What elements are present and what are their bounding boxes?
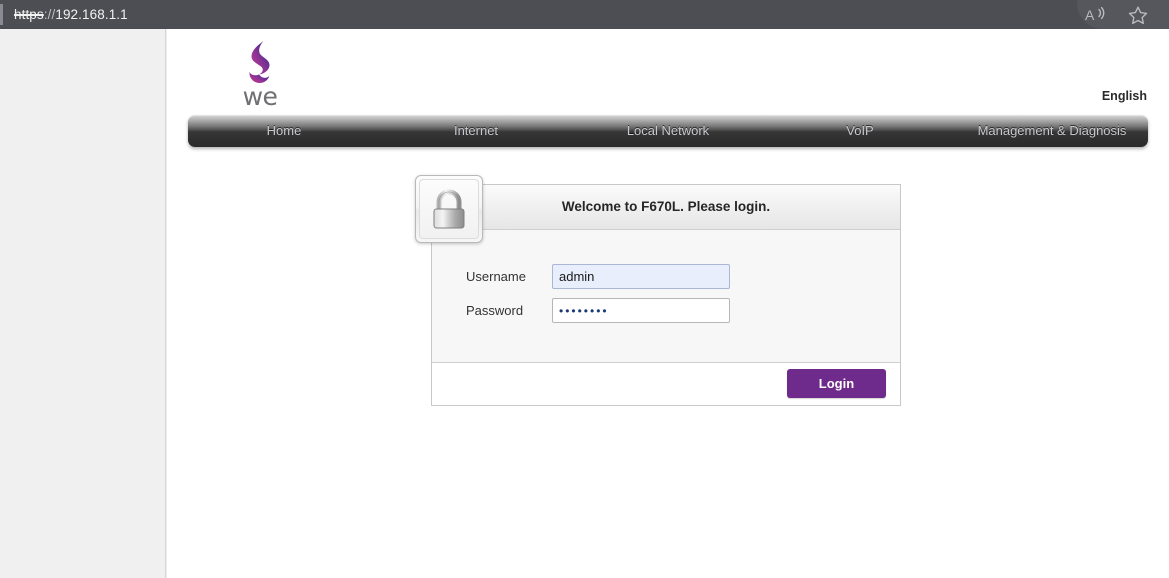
username-row: Username <box>432 264 900 289</box>
page-viewport: we English Home Internet Local Network V… <box>0 29 1169 578</box>
padlock-icon-frame <box>419 179 479 239</box>
nav-item-home[interactable]: Home <box>188 124 380 147</box>
svg-text:A: A <box>1085 7 1095 23</box>
brand-wordmark: we <box>242 82 278 111</box>
username-label: Username <box>466 269 526 284</box>
username-input[interactable] <box>552 264 730 289</box>
login-button[interactable]: Login <box>787 369 886 398</box>
nav-item-internet[interactable]: Internet <box>380 124 572 147</box>
nav-item-voip[interactable]: VoIP <box>764 124 956 147</box>
nav-item-management-diagnosis[interactable]: Management & Diagnosis <box>956 124 1148 147</box>
language-selector[interactable]: English <box>1102 89 1147 103</box>
url-scheme-insecure: https <box>14 7 44 22</box>
password-label: Password <box>466 303 524 318</box>
url-separator: :// <box>43 7 56 22</box>
favorites-star-icon[interactable] <box>1125 3 1151 27</box>
we-flame-logo-icon <box>249 41 270 83</box>
read-aloud-icon[interactable]: A <box>1083 3 1109 27</box>
router-page-content: we English Home Internet Local Network V… <box>167 29 1169 578</box>
login-welcome-title: Welcome to F670L. Please login. <box>561 199 771 214</box>
browser-chrome: https://192.168.1.1 A <box>0 0 1169 29</box>
url-host: 192.168.1.1 <box>55 7 128 22</box>
address-bar[interactable]: https://192.168.1.1 <box>14 0 128 29</box>
padlock-closed-icon <box>415 175 483 243</box>
password-row: Password <box>432 298 900 323</box>
window-edge-handle <box>0 4 3 25</box>
login-panel-footer: Login <box>432 362 900 405</box>
left-side-panel <box>0 29 166 578</box>
main-navigation: Home Internet Local Network VoIP Managem… <box>188 115 1148 147</box>
brand-logo[interactable]: we <box>229 40 291 111</box>
nav-item-local-network[interactable]: Local Network <box>572 124 764 147</box>
password-input[interactable] <box>552 298 730 323</box>
login-form: Username Password <box>432 230 900 362</box>
login-panel-header: Welcome to F670L. Please login. <box>415 175 900 243</box>
login-panel: Welcome to F670L. Please login. Username… <box>415 175 901 406</box>
